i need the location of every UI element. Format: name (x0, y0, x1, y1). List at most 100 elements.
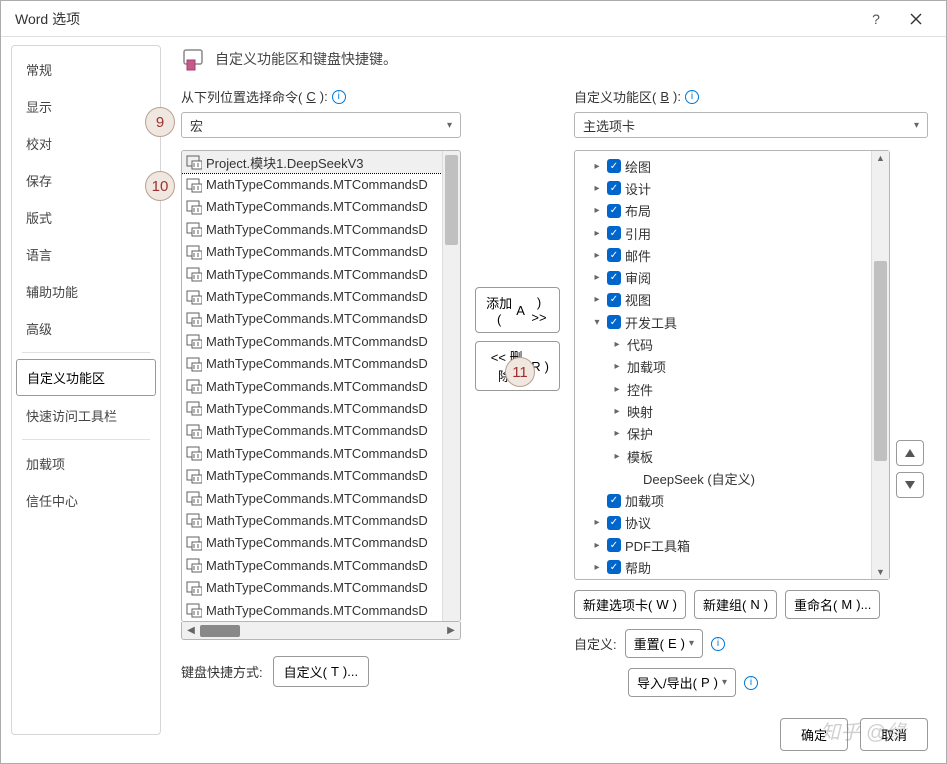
sidebar-item[interactable]: 版式 (16, 200, 156, 235)
new-group-button[interactable]: 新建组(N) (694, 590, 777, 619)
tree-row[interactable]: ▸✓引用 (577, 222, 869, 244)
expand-icon[interactable]: ▸ (591, 294, 603, 305)
checkbox-checked-icon[interactable]: ✓ (607, 293, 621, 307)
tree-row[interactable]: DeepSeek (自定义) (577, 467, 869, 489)
expand-icon[interactable]: ▸ (591, 161, 603, 172)
scroll-up-icon[interactable]: ▲ (876, 153, 885, 163)
command-list-item[interactable]: MathTypeCommands.MTCommandsD (182, 509, 442, 531)
sidebar-item[interactable]: 信任中心 (16, 483, 156, 518)
ok-button[interactable]: 确定 (780, 718, 848, 751)
command-list-item[interactable]: MathTypeCommands.MTCommandsD (182, 173, 442, 195)
horizontal-scrollbar[interactable]: ◀ ▶ (181, 622, 461, 640)
customize-keyboard-button[interactable]: 自定义(T)... (273, 656, 369, 687)
sidebar-item[interactable]: 加载项 (16, 446, 156, 481)
sidebar-item[interactable]: 语言 (16, 237, 156, 272)
info-icon[interactable]: i (332, 90, 346, 104)
command-list-item[interactable]: MathTypeCommands.MTCommandsD (182, 442, 442, 464)
checkbox-checked-icon[interactable]: ✓ (607, 538, 621, 552)
vertical-scrollbar[interactable]: ▲ ▼ (871, 151, 889, 579)
expand-icon[interactable]: ▸ (611, 428, 623, 439)
expand-icon[interactable]: ▸ (591, 228, 603, 239)
info-icon[interactable]: i (744, 676, 758, 690)
tree-row[interactable]: ▸控件 (577, 378, 869, 400)
command-list-item[interactable]: MathTypeCommands.MTCommandsD (182, 375, 442, 397)
checkbox-checked-icon[interactable]: ✓ (607, 315, 621, 329)
sidebar-item[interactable]: 自定义功能区 (16, 359, 156, 396)
checkbox-checked-icon[interactable]: ✓ (607, 271, 621, 285)
checkbox-checked-icon[interactable]: ✓ (607, 494, 621, 508)
move-down-button[interactable] (896, 472, 924, 498)
tree-row[interactable]: ▸✓审阅 (577, 266, 869, 288)
command-list-item[interactable]: MathTypeCommands.MTCommandsD (182, 353, 442, 375)
expand-icon[interactable]: ▸ (611, 361, 623, 372)
checkbox-checked-icon[interactable]: ✓ (607, 226, 621, 240)
tree-row[interactable]: ▸✓视图 (577, 289, 869, 311)
command-list-item[interactable]: MathTypeCommands.MTCommandsD (182, 218, 442, 240)
sidebar-item[interactable]: 校对 (16, 126, 156, 161)
expand-icon[interactable]: ▸ (591, 183, 603, 194)
tree-row[interactable]: ▸映射 (577, 400, 869, 422)
expand-icon[interactable]: ▸ (591, 562, 603, 573)
commands-listbox[interactable]: Project.模块1.DeepSeekV3MathTypeCommands.M… (181, 150, 461, 622)
expand-icon[interactable]: ▾ (591, 317, 603, 328)
cancel-button[interactable]: 取消 (860, 718, 928, 751)
command-list-item[interactable]: Project.模块1.DeepSeekV3 (182, 151, 442, 173)
sidebar-item[interactable]: 保存 (16, 163, 156, 198)
command-list-item[interactable]: MathTypeCommands.MTCommandsD (182, 532, 442, 554)
command-list-item[interactable]: MathTypeCommands.MTCommandsD (182, 576, 442, 598)
commands-source-combo[interactable]: 宏 ▾ (181, 112, 461, 138)
expand-icon[interactable]: ▸ (611, 451, 623, 462)
command-list-item[interactable]: MathTypeCommands.MTCommandsD (182, 464, 442, 486)
tree-row[interactable]: ▸✓PDF工具箱 (577, 534, 869, 556)
command-list-item[interactable]: MathTypeCommands.MTCommandsD (182, 285, 442, 307)
info-icon[interactable]: i (685, 90, 699, 104)
rename-button[interactable]: 重命名(M)... (785, 590, 880, 619)
tree-row[interactable]: ▸✓帮助 (577, 556, 869, 578)
command-list-item[interactable]: MathTypeCommands.MTCommandsD (182, 397, 442, 419)
ribbon-target-combo[interactable]: 主选项卡 ▾ (574, 112, 928, 138)
info-icon[interactable]: i (711, 637, 725, 651)
command-list-item[interactable]: MathTypeCommands.MTCommandsD (182, 263, 442, 285)
expand-icon[interactable]: ▸ (611, 384, 623, 395)
tree-row[interactable]: ▸✓邮件 (577, 244, 869, 266)
tree-row[interactable]: ✓加载项 (577, 489, 869, 511)
expand-icon[interactable]: ▸ (591, 517, 603, 528)
command-list-item[interactable]: MathTypeCommands.MTCommandsD (182, 330, 442, 352)
sidebar-item[interactable]: 常规 (16, 52, 156, 87)
expand-icon[interactable]: ▸ (591, 250, 603, 261)
ribbon-tree[interactable]: ▸✓绘图▸✓设计▸✓布局▸✓引用▸✓邮件▸✓审阅▸✓视图▾✓开发工具▸代码▸加载… (574, 150, 890, 580)
command-list-item[interactable]: MathTypeCommands.MTCommandsD (182, 554, 442, 576)
help-button[interactable]: ? (856, 4, 896, 34)
checkbox-checked-icon[interactable]: ✓ (607, 159, 621, 173)
tree-row[interactable]: ▸✓设计 (577, 177, 869, 199)
tree-row[interactable]: ▸✓协议 (577, 512, 869, 534)
scroll-right-icon[interactable]: ▶ (442, 625, 460, 636)
checkbox-checked-icon[interactable]: ✓ (607, 181, 621, 195)
sidebar-item[interactable]: 辅助功能 (16, 274, 156, 309)
checkbox-checked-icon[interactable]: ✓ (607, 248, 621, 262)
expand-icon[interactable]: ▸ (591, 272, 603, 283)
reset-button[interactable]: 重置(E) ▾ (625, 629, 703, 658)
sidebar-item[interactable]: 显示 (16, 89, 156, 124)
tree-row[interactable]: ▸✓布局 (577, 200, 869, 222)
tree-row[interactable]: ▸模板 (577, 445, 869, 467)
tree-row[interactable]: ▾✓开发工具 (577, 311, 869, 333)
expand-icon[interactable]: ▸ (611, 406, 623, 417)
import-export-button[interactable]: 导入/导出(P) ▾ (628, 668, 736, 697)
expand-icon[interactable]: ▸ (591, 205, 603, 216)
move-up-button[interactable] (896, 440, 924, 466)
command-list-item[interactable]: MathTypeCommands.MTCommandsD (182, 241, 442, 263)
expand-icon[interactable]: ▸ (611, 339, 623, 350)
command-list-item[interactable]: MathTypeCommands.MTCommandsD (182, 420, 442, 442)
tree-row[interactable]: ▸加载项 (577, 356, 869, 378)
command-list-item[interactable]: MathTypeCommands.MTCommandsD (182, 196, 442, 218)
checkbox-checked-icon[interactable]: ✓ (607, 560, 621, 574)
checkbox-checked-icon[interactable]: ✓ (607, 204, 621, 218)
new-tab-button[interactable]: 新建选项卡(W) (574, 590, 686, 619)
tree-row[interactable]: ▸代码 (577, 333, 869, 355)
scroll-down-icon[interactable]: ▼ (876, 567, 885, 577)
command-list-item[interactable]: MathTypeCommands.MTCommandsD (182, 599, 442, 621)
expand-icon[interactable]: ▸ (591, 540, 603, 551)
tree-row[interactable]: ▸✓绘图 (577, 155, 869, 177)
add-button[interactable]: 添加(A) >> (475, 287, 560, 333)
